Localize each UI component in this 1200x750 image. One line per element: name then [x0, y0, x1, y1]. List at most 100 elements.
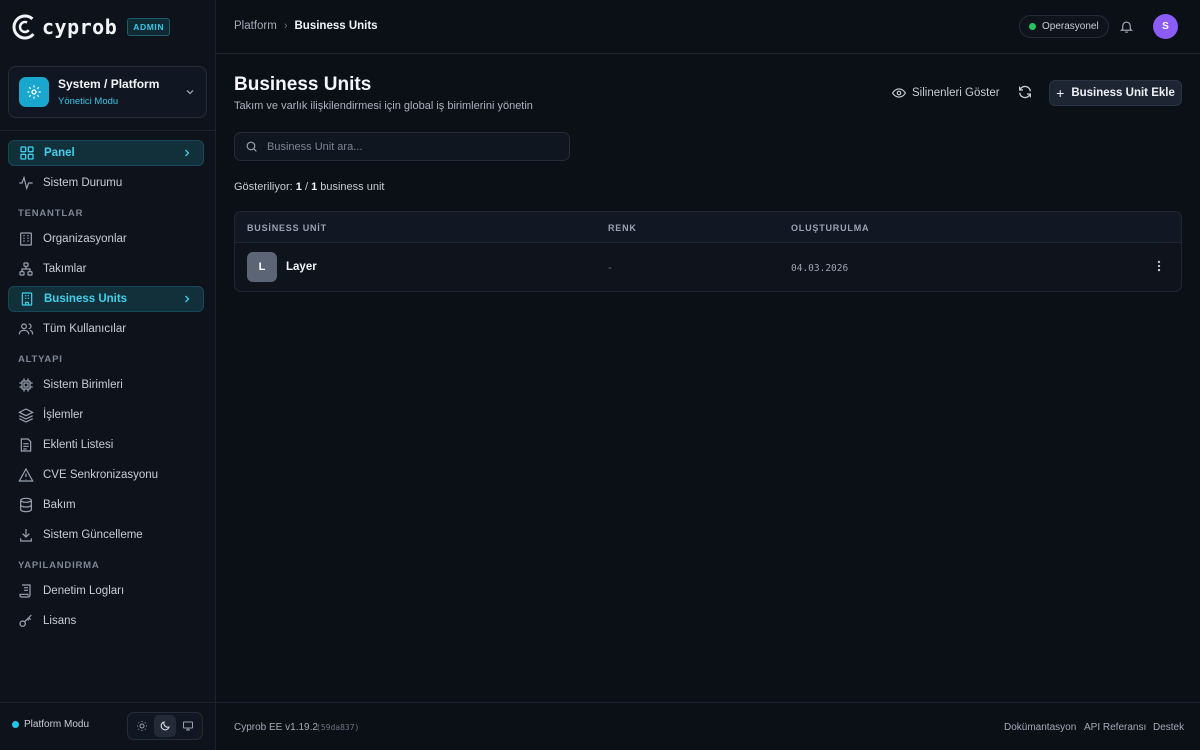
table-row[interactable]: L Layer - 04.03.2026 — [235, 243, 1181, 291]
list-icon — [20, 438, 32, 452]
moon-icon — [160, 721, 170, 731]
breadcrumb-platform[interactable]: Platform — [234, 20, 277, 32]
network-icon — [19, 262, 33, 276]
activity-icon — [19, 175, 33, 191]
bell-icon[interactable] — [1119, 19, 1134, 34]
main-content: Business Units Takım ve varlık ilişkilen… — [216, 54, 1200, 702]
sidebar-footer-divider — [0, 702, 215, 703]
sidebar-item-organizasyonlar[interactable]: Organizasyonlar — [8, 226, 204, 252]
table-header: BUSİNESS UNİT RENK OLUŞTURULMA — [235, 212, 1181, 243]
sidebar-nav: Panel Sistem Durumu TENANTLAR Organizasy… — [0, 140, 215, 638]
show-deleted-label: Silinenleri Göster — [912, 87, 1000, 99]
theme-switcher — [127, 712, 203, 740]
workspace-switcher[interactable]: System / Platform Yönetici Modu — [8, 66, 207, 118]
status-dot — [1029, 23, 1036, 30]
add-business-unit-label: Business Unit Ekle — [1071, 87, 1175, 99]
page-subtitle: Takım ve varlık ilişkilendirmesi için gl… — [234, 100, 533, 112]
sidebar-item-sistem-durumu[interactable]: Sistem Durumu — [8, 170, 204, 196]
download-icon — [20, 529, 32, 542]
sidebar-item-cve-senkronizasyonu[interactable]: CVE Senkronizasyonu — [8, 462, 204, 488]
business-units-table: BUSİNESS UNİT RENK OLUŞTURULMA L Layer -… — [234, 211, 1182, 292]
build-hash: (59da837) — [316, 723, 360, 732]
sidebar-item-eklenti-listesi[interactable]: Eklenti Listesi — [8, 432, 204, 458]
sidebar-item-takimlar[interactable]: Takımlar — [8, 256, 204, 282]
layers-icon — [18, 408, 34, 423]
chevron-right-icon — [185, 149, 190, 157]
sidebar-item-label: Eklenti Listesi — [43, 439, 114, 451]
sun-icon — [137, 721, 148, 731]
count-prefix: Gösteriliyor: — [234, 181, 293, 193]
sidebar-item-label: Sistem Birimleri — [43, 379, 123, 391]
count-shown: 1 — [295, 181, 302, 193]
mode-dot — [12, 721, 19, 728]
key-icon — [19, 614, 32, 627]
sidebar-item-sistem-guncelleme[interactable]: Sistem Güncelleme — [8, 522, 204, 548]
sidebar-item-panel[interactable]: Panel — [8, 140, 204, 166]
dark-theme-button[interactable] — [153, 715, 176, 737]
system-theme-button[interactable] — [177, 715, 199, 737]
unit-name[interactable]: Layer — [286, 261, 317, 273]
page-title: Business Units — [234, 74, 372, 95]
sidebar-item-label: Takımlar — [43, 263, 87, 275]
chevron-down-icon — [186, 90, 194, 95]
footer-link-api[interactable]: API Referansı — [1084, 722, 1146, 733]
scroll-icon — [19, 584, 31, 598]
brand-name: cyprob — [42, 15, 118, 39]
light-theme-button[interactable] — [131, 715, 153, 737]
section-label-yapilandirma: YAPILANDIRMA — [18, 560, 100, 571]
breadcrumb: Platform › Business Units — [234, 20, 378, 32]
unit-created-date: 04.03.2026 — [791, 263, 849, 274]
more-vertical-icon[interactable] — [1152, 259, 1166, 273]
sidebar-item-denetim-loglari[interactable]: Denetim Logları — [8, 578, 204, 604]
sidebar-item-label: Sistem Durumu — [43, 177, 123, 189]
sidebar-item-label: Denetim Logları — [43, 585, 125, 597]
dashboard-icon — [20, 146, 34, 160]
show-deleted-button[interactable]: Silinenleri Göster — [892, 84, 1000, 102]
users-icon — [18, 323, 34, 335]
unit-color: - — [608, 262, 612, 274]
chevron-right-icon: › — [283, 20, 288, 32]
workspace-title: System / Platform — [58, 77, 160, 91]
unit-avatar: L — [247, 252, 277, 282]
brand-logo[interactable]: cyprob ADMIN — [12, 14, 171, 40]
cpu-icon — [19, 378, 33, 392]
refresh-button[interactable] — [1017, 84, 1033, 100]
sidebar-item-lisans[interactable]: Lisans — [8, 608, 204, 634]
count-total: 1 — [311, 181, 318, 193]
column-header-olusturulma[interactable]: OLUŞTURULMA — [791, 223, 869, 233]
add-business-unit-button[interactable]: + Business Unit Ekle — [1049, 80, 1182, 106]
footer-link-support[interactable]: Destek — [1153, 722, 1184, 733]
mode-label: Platform Modu — [24, 719, 90, 730]
sidebar-item-tum-kullanicilar[interactable]: Tüm Kullanıcılar — [8, 316, 204, 342]
warning-icon — [18, 467, 34, 482]
office-icon — [21, 292, 33, 306]
sidebar: cyprob ADMIN System / Platform Yönetici … — [0, 0, 216, 750]
sidebar-item-bakim[interactable]: Bakım — [8, 492, 204, 518]
chevron-right-icon — [185, 295, 190, 303]
database-icon — [20, 497, 32, 513]
column-header-business-unit[interactable]: BUSİNESS UNİT — [247, 223, 327, 233]
user-avatar[interactable]: S — [1153, 14, 1178, 39]
workspace-subtitle: Yönetici Modu — [58, 96, 119, 107]
footer-link-docs[interactable]: Dokümantasyon — [1004, 722, 1076, 733]
sidebar-item-business-units[interactable]: Business Units — [8, 286, 204, 312]
version-label: Cyprob EE v1.19.2 — [234, 722, 318, 733]
section-label-tenantlar: TENANTLAR — [18, 208, 84, 219]
topbar: Platform › Business Units Operasyonel S — [216, 0, 1200, 54]
sidebar-item-label: Organizasyonlar — [43, 233, 127, 245]
sidebar-item-label: Business Units — [44, 293, 128, 305]
breadcrumb-current: Business Units — [294, 20, 378, 32]
search-input[interactable] — [267, 140, 557, 153]
footer: Cyprob EE v1.19.2 (59da837) Dokümantasyo… — [216, 702, 1200, 750]
column-header-renk[interactable]: RENK — [608, 223, 637, 233]
system-status-badge[interactable]: Operasyonel — [1019, 15, 1109, 38]
gear-icon — [19, 77, 49, 107]
sidebar-item-islemler[interactable]: İşlemler — [8, 402, 204, 428]
plus-icon: + — [1056, 85, 1065, 101]
platform-mode-indicator: Platform Modu — [12, 719, 89, 730]
section-label-altyapi: ALTYAPI — [18, 354, 63, 365]
admin-badge: ADMIN — [127, 18, 171, 36]
sidebar-item-label: Tüm Kullanıcılar — [43, 323, 127, 335]
sidebar-item-sistem-birimleri[interactable]: Sistem Birimleri — [8, 372, 204, 398]
result-count: Gösteriliyor: 1 / 1 business unit — [234, 181, 384, 193]
